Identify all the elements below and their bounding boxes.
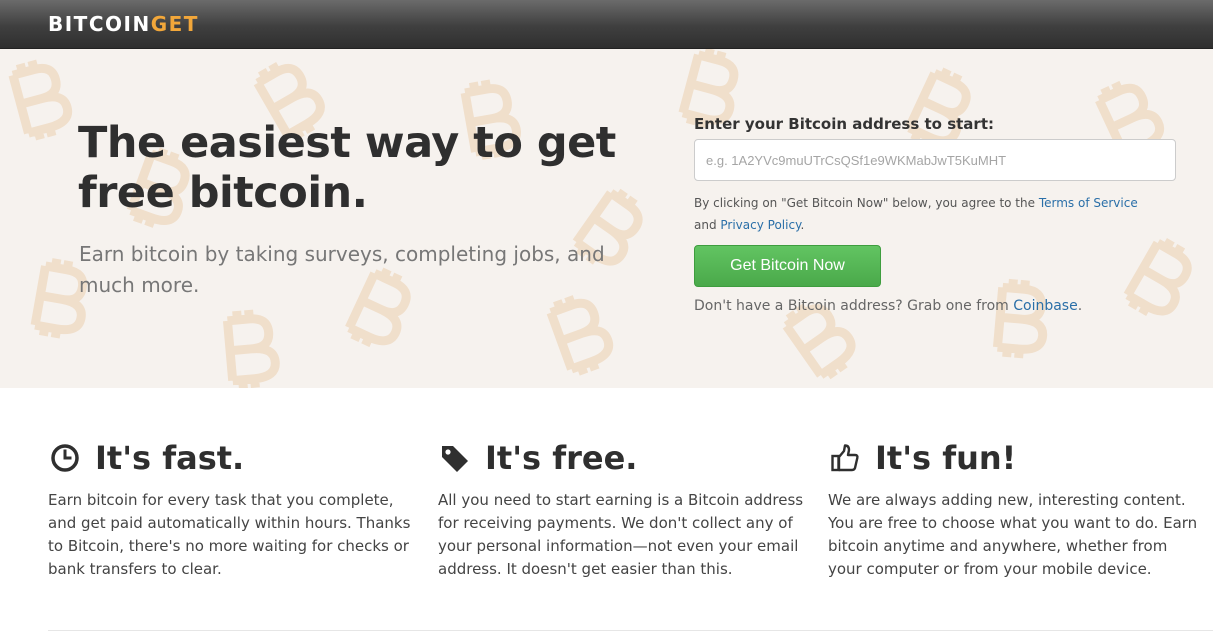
site-logo[interactable]: BITCOINGET <box>48 12 199 36</box>
top-navbar: BITCOINGET <box>0 0 1213 49</box>
get-bitcoin-now-button[interactable]: Get Bitcoin Now <box>694 245 881 287</box>
terms-and-text: and <box>694 218 721 232</box>
feature-title: It's fast. <box>95 439 245 477</box>
feature-title: It's fun! <box>875 439 1017 477</box>
privacy-policy-link[interactable]: Privacy Policy <box>720 218 800 232</box>
tag-icon <box>438 441 472 475</box>
address-label: Enter your Bitcoin address to start: <box>694 115 994 133</box>
hero-subhead: Earn bitcoin by taking surveys, completi… <box>79 242 605 297</box>
coinbase-hint: Don't have a Bitcoin address? Grab one f… <box>694 298 1082 314</box>
feature-free: It's free. All you need to start earning… <box>438 438 808 581</box>
feature-text: All you need to start earning is a Bitco… <box>438 491 804 578</box>
feature-title: It's free. <box>485 439 638 477</box>
feature-fast: It's fast. Earn bitcoin for every task t… <box>48 438 418 581</box>
thumbs-up-icon <box>828 441 862 475</box>
terms-of-service-link[interactable]: Terms of Service <box>1039 196 1138 210</box>
bitcoin-address-input[interactable] <box>694 139 1176 181</box>
hero-section: The easiest way to get free bitcoin. Ear… <box>0 49 1213 388</box>
section-divider <box>48 630 1213 631</box>
hero-headline: The easiest way to get free bitcoin. <box>78 118 616 218</box>
coinbase-suffix-text: . <box>1077 298 1083 314</box>
logo-text-get: GET <box>150 12 199 36</box>
coinbase-link[interactable]: Coinbase <box>1013 298 1077 314</box>
feature-fun: It's fun! We are always adding new, inte… <box>828 438 1198 581</box>
terms-prefix-text: By clicking on "Get Bitcoin Now" below, … <box>694 196 1039 210</box>
feature-text: We are always adding new, interesting co… <box>828 491 1198 578</box>
coinbase-prefix-text: Don't have a Bitcoin address? Grab one f… <box>694 298 1014 314</box>
clock-icon <box>48 441 82 475</box>
feature-text: Earn bitcoin for every task that you com… <box>48 491 411 578</box>
terms-suffix-text: . <box>800 218 805 232</box>
terms-notice: By clicking on "Get Bitcoin Now" below, … <box>694 192 1164 236</box>
logo-text-bitcoin: BITCOIN <box>48 12 151 36</box>
